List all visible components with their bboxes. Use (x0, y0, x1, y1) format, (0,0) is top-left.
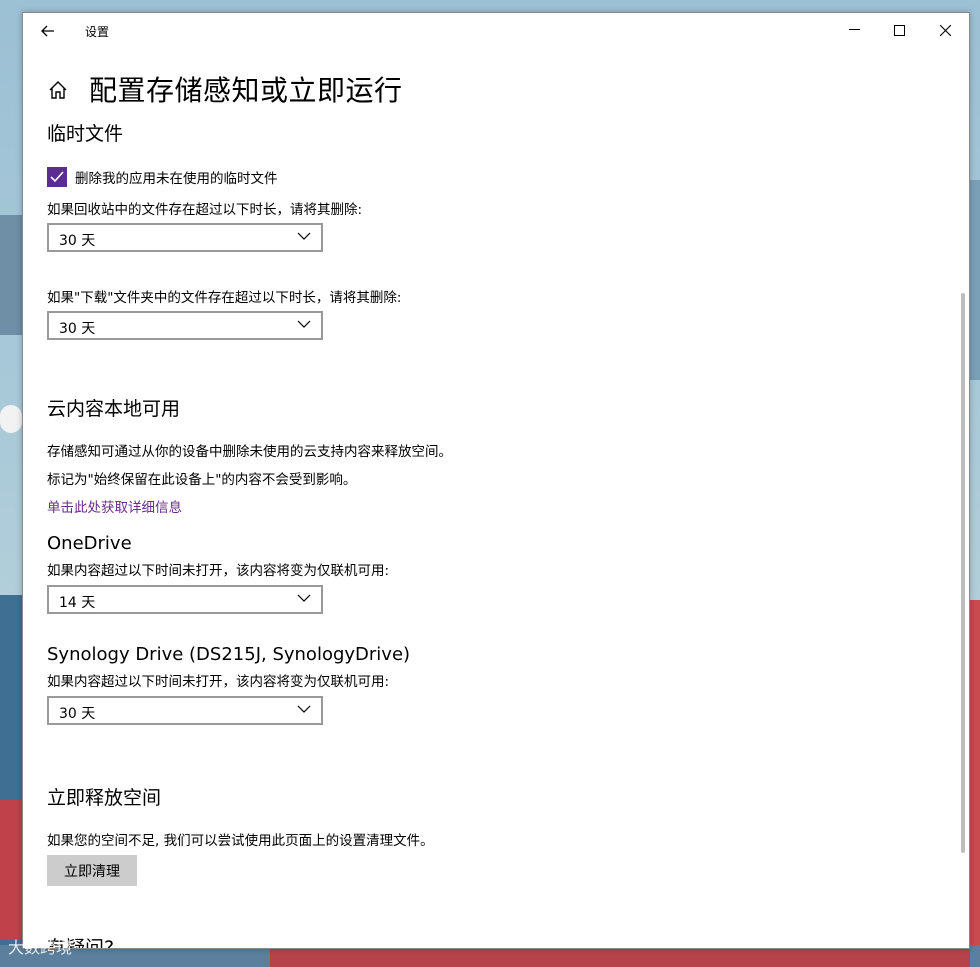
settings-window: 设置 配置存储感知或立即运行 临时文件 删除我的应用未在使用的临时文件 如果回收… (22, 12, 970, 949)
close-icon (939, 24, 951, 36)
cloud-desc-2: 标记为"始终保留在此设备上"的内容不会受到影响。 (47, 472, 357, 488)
maximize-button[interactable] (876, 13, 922, 47)
recycle-bin-label: 如果回收站中的文件存在超过以下时长，请将其删除: (47, 202, 363, 218)
cloud-heading: 云内容本地可用 (47, 398, 181, 420)
recycle-bin-dropdown[interactable]: 30 天 (47, 223, 323, 252)
chevron-down-icon (297, 705, 311, 713)
delete-temp-files-checkbox[interactable] (47, 167, 67, 187)
downloads-dropdown[interactable]: 30 天 (47, 311, 323, 340)
provider-label-synology: 如果内容超过以下时间未打开，该内容将变为仅联机可用: (47, 674, 390, 690)
app-title: 设置 (85, 25, 110, 39)
temp-files-heading: 临时文件 (47, 123, 124, 145)
provider-name-onedrive: OneDrive (47, 533, 132, 554)
provider-label-onedrive: 如果内容超过以下时间未打开，该内容将变为仅联机可用: (47, 563, 390, 579)
cloud-desc-1: 存储感知可通过从你的设备中删除未使用的云支持内容来释放空间。 (47, 444, 452, 460)
free-space-heading: 立即释放空间 (47, 787, 162, 809)
home-icon[interactable] (47, 79, 69, 101)
onedrive-dropdown[interactable]: 14 天 (47, 585, 323, 614)
free-space-desc: 如果您的空间不足, 我们可以尝试使用此页面上的设置清理文件。 (47, 833, 434, 849)
minimize-button[interactable] (831, 13, 877, 47)
chevron-down-icon (297, 232, 311, 240)
close-button[interactable] (922, 13, 968, 47)
page-title: 配置存储感知或立即运行 (89, 74, 403, 107)
downloads-label: 如果"下载"文件夹中的文件存在超过以下时长，请将其删除: (47, 290, 402, 306)
checkmark-icon (50, 171, 64, 183)
clean-now-button[interactable]: 立即清理 (47, 855, 137, 886)
recycle-bin-value: 30 天 (59, 233, 96, 249)
delete-temp-files-row: 删除我的应用未在使用的临时文件 (47, 167, 278, 187)
watermark: 大数跨境 (8, 938, 73, 957)
title-bar: 设置 (23, 13, 969, 49)
back-arrow-icon (41, 25, 54, 37)
back-button[interactable] (37, 21, 59, 41)
provider-name-synology: Synology Drive (DS215J, SynologyDrive) (47, 644, 411, 665)
scrollbar[interactable] (961, 293, 965, 853)
downloads-value: 30 天 (59, 321, 96, 337)
chevron-down-icon (297, 594, 311, 602)
chevron-down-icon (297, 320, 311, 328)
details-link[interactable]: 单击此处获取详细信息 (47, 496, 182, 516)
minimize-icon (848, 29, 860, 30)
synology-dropdown[interactable]: 30 天 (47, 696, 323, 725)
synology-value: 30 天 (59, 706, 96, 722)
onedrive-value: 14 天 (59, 595, 96, 611)
maximize-icon (893, 24, 905, 36)
delete-temp-files-label: 删除我的应用未在使用的临时文件 (75, 171, 278, 187)
